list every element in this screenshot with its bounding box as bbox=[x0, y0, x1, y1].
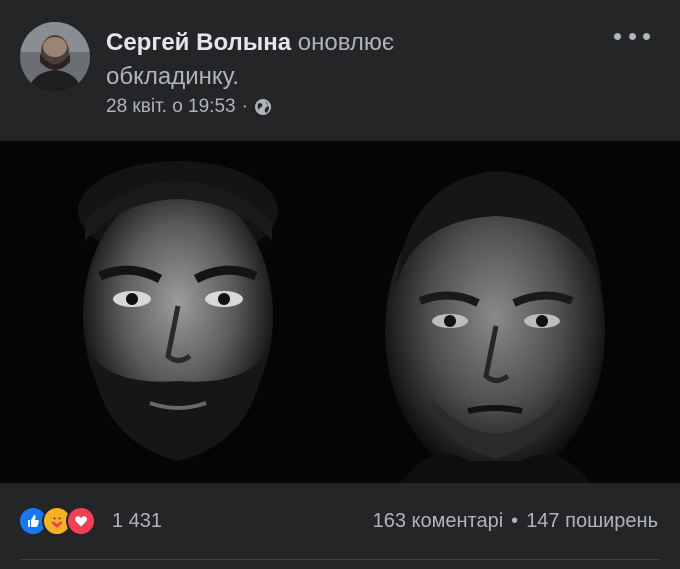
right-portrait bbox=[385, 171, 605, 483]
reaction-icons[interactable] bbox=[18, 506, 96, 536]
divider bbox=[20, 559, 660, 560]
reaction-count[interactable]: 1 431 bbox=[112, 508, 162, 534]
author-name[interactable]: Сергей Волына bbox=[106, 29, 291, 56]
action-text-2: обкладинку. bbox=[106, 63, 239, 90]
stats-separator: • bbox=[511, 510, 519, 532]
meta-separator: · bbox=[241, 96, 248, 117]
action-text-1: оновлює bbox=[297, 29, 395, 56]
reactions-bar: 1 431 163 коментарі • 147 поширень bbox=[0, 496, 680, 546]
love-icon bbox=[66, 506, 96, 536]
post-header: Сергей Волына оновлює обкладинку. 28 кві… bbox=[0, 0, 680, 140]
globe-icon[interactable] bbox=[254, 98, 272, 116]
more-dot bbox=[628, 32, 636, 40]
more-dot bbox=[614, 32, 621, 40]
shares-count[interactable]: 147 поширень bbox=[526, 508, 658, 534]
more-dot bbox=[643, 32, 650, 40]
avatar[interactable] bbox=[20, 22, 90, 92]
post-title: Сергей Волына оновлює обкладинку. bbox=[106, 26, 626, 94]
post-timestamp[interactable]: 28 квіт. о 19:53 bbox=[106, 94, 236, 120]
post-meta: 28 квіт. о 19:53 · bbox=[106, 94, 272, 120]
facebook-post: Сергей Волына оновлює обкладинку. 28 кві… bbox=[0, 0, 680, 569]
more-options-icon[interactable] bbox=[614, 24, 650, 48]
cover-photo[interactable] bbox=[0, 141, 680, 483]
post-stats: 163 коментарі • 147 поширень bbox=[373, 508, 658, 534]
comments-count[interactable]: 163 коментарі bbox=[373, 508, 504, 534]
